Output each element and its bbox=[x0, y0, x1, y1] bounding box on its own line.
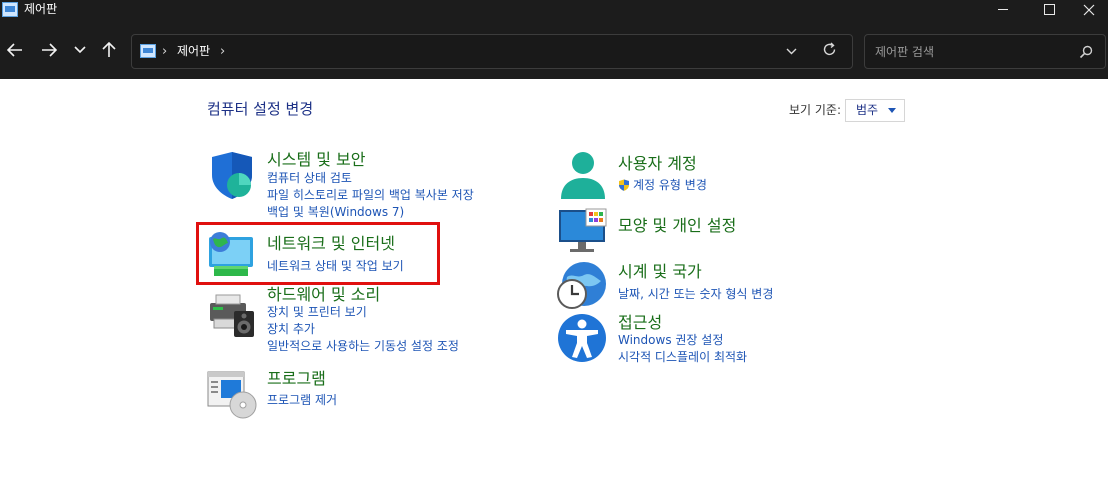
programs-disc-icon[interactable] bbox=[207, 369, 257, 419]
uac-shield-icon bbox=[619, 179, 629, 191]
category-ease-of-access[interactable]: 접근성 bbox=[618, 313, 662, 333]
dropdown-caret-icon bbox=[888, 108, 896, 113]
window-title: 제어판 bbox=[24, 2, 58, 16]
clock-globe-icon[interactable] bbox=[557, 261, 607, 311]
dropdown-icon bbox=[786, 48, 797, 55]
address-dropdown-button[interactable] bbox=[786, 43, 797, 60]
category-clock-region[interactable]: 시계 및 국가 bbox=[618, 262, 702, 282]
control-panel-icon bbox=[140, 44, 156, 58]
link-uninstall-program[interactable]: 프로그램 제거 bbox=[267, 393, 337, 408]
category-appearance-personalization[interactable]: 모양 및 개인 설정 bbox=[618, 216, 736, 236]
link-devices-printers[interactable]: 장치 및 프린터 보기 bbox=[267, 305, 367, 320]
breadcrumb-control-panel[interactable]: 제어판 bbox=[177, 43, 210, 60]
link-add-device[interactable]: 장치 추가 bbox=[267, 322, 315, 337]
link-optimize-visual-display[interactable]: 시각적 디스플레이 최적화 bbox=[618, 350, 747, 365]
forward-button[interactable] bbox=[37, 38, 61, 62]
refresh-button[interactable] bbox=[822, 42, 837, 61]
view-by-value: 범주 bbox=[856, 103, 879, 117]
search-icon[interactable] bbox=[1079, 45, 1093, 59]
title-bar: 제어판 bbox=[0, 0, 1108, 20]
category-system-security[interactable]: 시스템 및 보안 bbox=[267, 150, 366, 170]
control-panel-icon bbox=[2, 2, 18, 17]
up-button[interactable] bbox=[97, 38, 121, 62]
highlight-annotation-box bbox=[196, 222, 440, 285]
refresh-icon bbox=[823, 42, 836, 56]
link-review-computer-status[interactable]: 컴퓨터 상태 검토 bbox=[267, 171, 352, 186]
category-user-accounts[interactable]: 사용자 계정 bbox=[618, 154, 697, 174]
user-accounts-icon[interactable] bbox=[558, 151, 608, 201]
view-by-label: 보기 기준: bbox=[789, 103, 842, 117]
navigation-bar: › 제어판 › bbox=[0, 20, 1108, 79]
breadcrumb-separator[interactable]: › bbox=[220, 43, 225, 60]
link-change-account-type[interactable]: 계정 유형 변경 bbox=[618, 178, 707, 193]
link-change-account-type-label[interactable]: 계정 유형 변경 bbox=[633, 178, 707, 192]
address-bar[interactable]: › 제어판 › bbox=[131, 34, 853, 69]
appearance-monitor-icon[interactable] bbox=[558, 207, 608, 257]
link-date-time-format[interactable]: 날짜, 시간 또는 숫자 형식 변경 bbox=[618, 287, 773, 302]
page-title: 컴퓨터 설정 변경 bbox=[207, 100, 314, 118]
link-mobility-settings[interactable]: 일반적으로 사용하는 기동성 설정 조정 bbox=[267, 339, 459, 354]
search-input[interactable] bbox=[866, 36, 1071, 67]
back-arrow-icon bbox=[6, 43, 22, 57]
recent-locations-button[interactable] bbox=[68, 38, 92, 62]
category-hardware-sound[interactable]: 하드웨어 및 소리 bbox=[267, 285, 380, 305]
link-windows-recommended-settings[interactable]: Windows 권장 설정 bbox=[618, 333, 723, 348]
up-arrow-icon bbox=[102, 41, 116, 57]
shield-security-icon[interactable] bbox=[208, 151, 258, 201]
link-backup-restore[interactable]: 백업 및 복원(Windows 7) bbox=[267, 205, 404, 220]
view-by-select[interactable]: 범주 bbox=[845, 99, 905, 122]
close-button[interactable] bbox=[1066, 0, 1108, 20]
printer-speaker-icon[interactable] bbox=[208, 289, 258, 339]
category-programs[interactable]: 프로그램 bbox=[267, 369, 326, 389]
back-button[interactable] bbox=[3, 38, 27, 62]
link-file-history-backup[interactable]: 파일 히스토리로 파일의 백업 복사본 저장 bbox=[267, 188, 474, 203]
minimize-button[interactable] bbox=[980, 0, 1026, 20]
accessibility-icon[interactable] bbox=[557, 313, 607, 363]
recent-locations-icon bbox=[74, 46, 86, 54]
search-box[interactable] bbox=[864, 34, 1106, 69]
forward-arrow-icon bbox=[42, 43, 58, 57]
breadcrumb-separator: › bbox=[162, 44, 168, 59]
close-icon bbox=[1083, 4, 1095, 16]
